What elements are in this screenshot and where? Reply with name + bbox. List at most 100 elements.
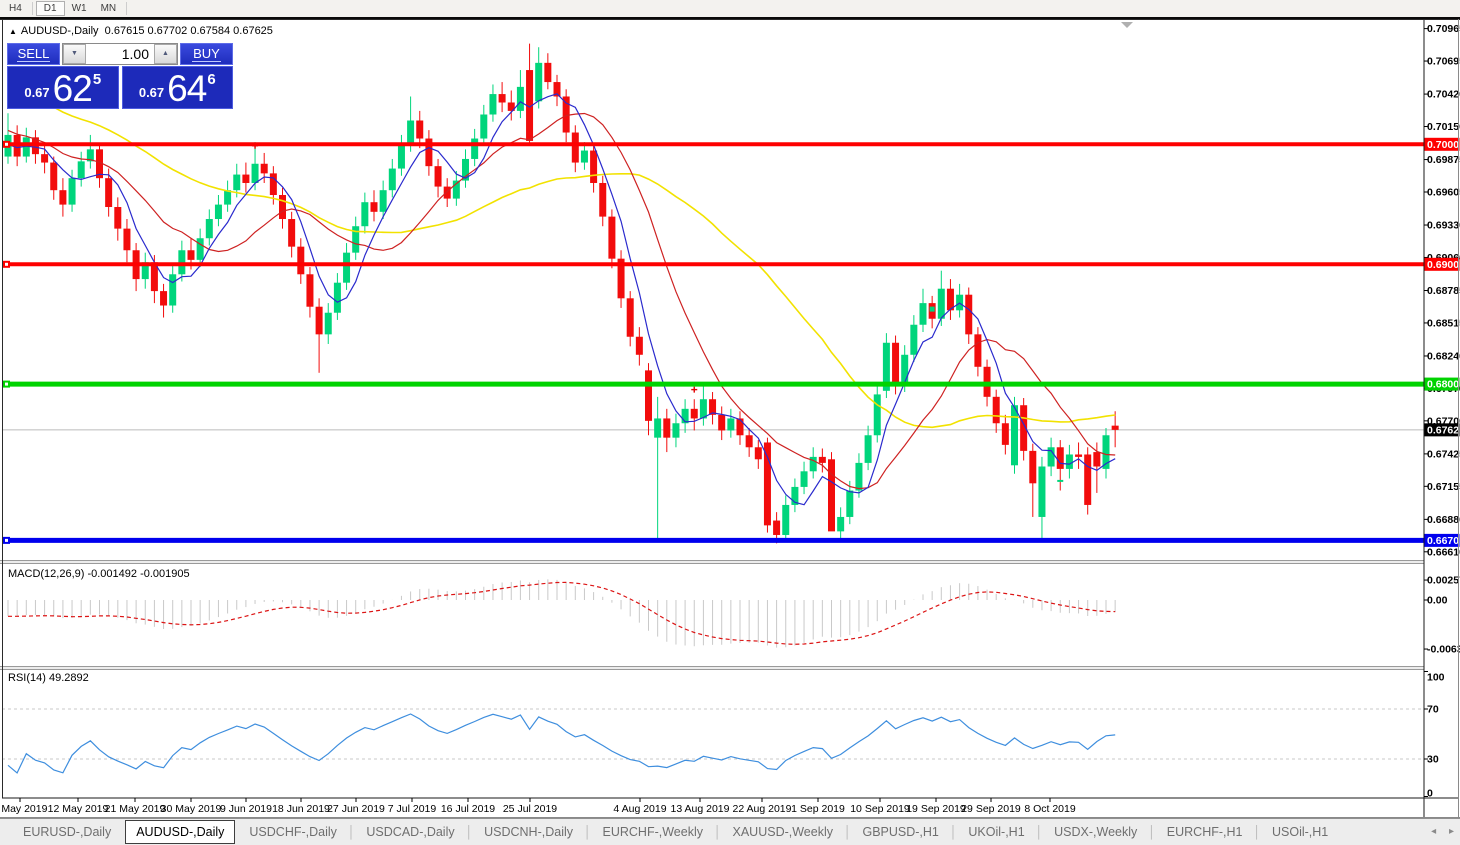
tab-xauusd-weekly[interactable]: XAUUSD-,Weekly [722,819,844,845]
axis-tick-label: 0.70965 [1427,23,1460,35]
candle [544,62,552,83]
candle [1029,450,1037,484]
axis-tick-label: 0.69330 [1427,220,1460,232]
axis-tick-label: -0.006326 [1427,644,1460,656]
tab-audusd-daily[interactable]: AUDUSD-,Daily [125,820,236,844]
tab-separator: │ [347,825,356,839]
date-axis-label: 1 Sep 2019 [791,803,845,815]
axis-tick-label: 0.70002 [1427,139,1460,151]
candle [1056,447,1064,469]
candle [471,138,479,159]
tab-scroll-controls: ◂ ▸ [1421,826,1454,837]
tab-separator: │ [1148,825,1156,839]
candle [1084,454,1092,505]
chart-canvas[interactable]: 0.70965 0.70695 0.70420 0.70150 0.69875 0.696… [0,19,1460,818]
date-axis-label: 2 May 2019 [0,803,48,815]
date-axis-label: 13 Aug 2019 [671,803,730,815]
chevron-down-icon: ▼ [71,50,78,57]
candle [1001,423,1009,445]
tab-scroll-left-icon[interactable]: ◂ [1431,826,1436,837]
tab-usdchf-daily[interactable]: USDCHF-,Daily [238,819,348,845]
candle [910,324,918,355]
tab-eurusd-daily[interactable]: EURUSD-,Daily [12,819,122,845]
axis-tick-label: 0.69003 [1427,259,1460,271]
rsi-indicator-label: RSI(14) 49.2892 [8,672,89,684]
candle [837,516,845,532]
candle [754,447,762,460]
candle [846,490,854,517]
candle [1075,454,1083,457]
axis-tick-label: 0.66610 [1427,546,1460,558]
candle [718,414,726,431]
tab-separator: │ [949,825,958,839]
timeframe-button-mn[interactable]: MN [94,1,124,16]
tab-usdcad-daily[interactable]: USDCAD-,Daily [355,819,465,845]
candle [397,144,405,169]
candle [645,370,652,421]
price-level-handle-dot [5,382,8,386]
volume-input[interactable] [86,44,154,64]
candle [370,202,378,212]
axis-tick-label: 70 [1427,704,1439,716]
symbol-marker-icon: ▲ [9,27,17,36]
candle [599,182,607,217]
tab-usdx-weekly[interactable]: USDX-,Weekly [1043,819,1148,845]
candle [562,96,570,133]
tab-gbpusd-h1[interactable]: GBPUSD-,H1 [851,819,949,845]
macd-indicator-label: MACD(12,26,9) -0.001492 -0.001905 [8,568,190,580]
ohlc-open: 0.67615 [104,25,145,37]
timeframe-button-w1[interactable]: W1 [65,1,94,16]
sell-price-prefix: 0.67 [24,85,50,100]
candle [297,246,305,275]
candle [965,294,973,335]
buy-price-box[interactable]: 0.67 64 6 [121,66,233,109]
date-axis-label: 29 Sep 2019 [961,803,1021,815]
candle [379,190,387,212]
volume-decrease-button[interactable]: ▼ [63,44,86,64]
axis-tick-label: 100 [1427,672,1445,684]
candle [443,186,451,199]
candle [745,435,753,448]
timeframe-button-d1[interactable]: D1 [35,1,65,16]
axis-tick-label: 0.67155 [1427,481,1460,493]
candle [626,298,634,337]
tab-usoil-h1[interactable]: USOil-,H1 [1261,819,1339,845]
date-axis-label: 22 Aug 2019 [733,803,792,815]
tab-separator: │ [714,825,722,839]
axis-tick-label: 0.68006 [1427,379,1460,391]
date-axis-label: 18 Jun 2019 [272,803,330,815]
candle [196,238,204,260]
axis-tick-label: 0.69875 [1427,154,1460,166]
candle [535,62,543,102]
tab-eurchf-weekly[interactable]: EURCHF-,Weekly [592,819,714,845]
tab-separator: │ [465,825,474,839]
sell-button[interactable]: SELL [7,43,60,65]
axis-tick-label: 0.67425 [1427,448,1460,460]
tab-eurchf-h1[interactable]: EURCHF-,H1 [1156,819,1254,845]
date-axis-label: 12 May 2019 [48,803,109,815]
candle [828,459,835,532]
tab-scroll-right-icon[interactable]: ▸ [1449,826,1454,837]
volume-increase-button[interactable]: ▲ [154,44,177,64]
tab-separator: │ [1253,825,1261,839]
candle [855,462,863,491]
sell-price-big: 62 [52,68,93,109]
candle [635,336,643,355]
candle [214,204,222,220]
candle [315,306,323,335]
timeframe-button-h4[interactable]: H4 [2,1,29,16]
tab-ukoil-h1[interactable]: UKOil-,H1 [957,819,1035,845]
candle [105,178,113,208]
tab-usdcnh-daily[interactable]: USDCNH-,Daily [473,819,584,845]
buy-button[interactable]: BUY [180,43,233,65]
candle [333,282,341,313]
date-axis-label: 25 Jul 2019 [503,803,557,815]
candle [388,168,396,191]
sell-price-box[interactable]: 0.67 62 5 [7,66,119,109]
axis-tick-label: 0.67625 [1427,424,1460,436]
candle [763,442,771,526]
candle [1011,405,1018,466]
date-axis-label: 8 Oct 2019 [1024,803,1076,815]
candle [187,250,195,260]
candle [77,161,85,179]
